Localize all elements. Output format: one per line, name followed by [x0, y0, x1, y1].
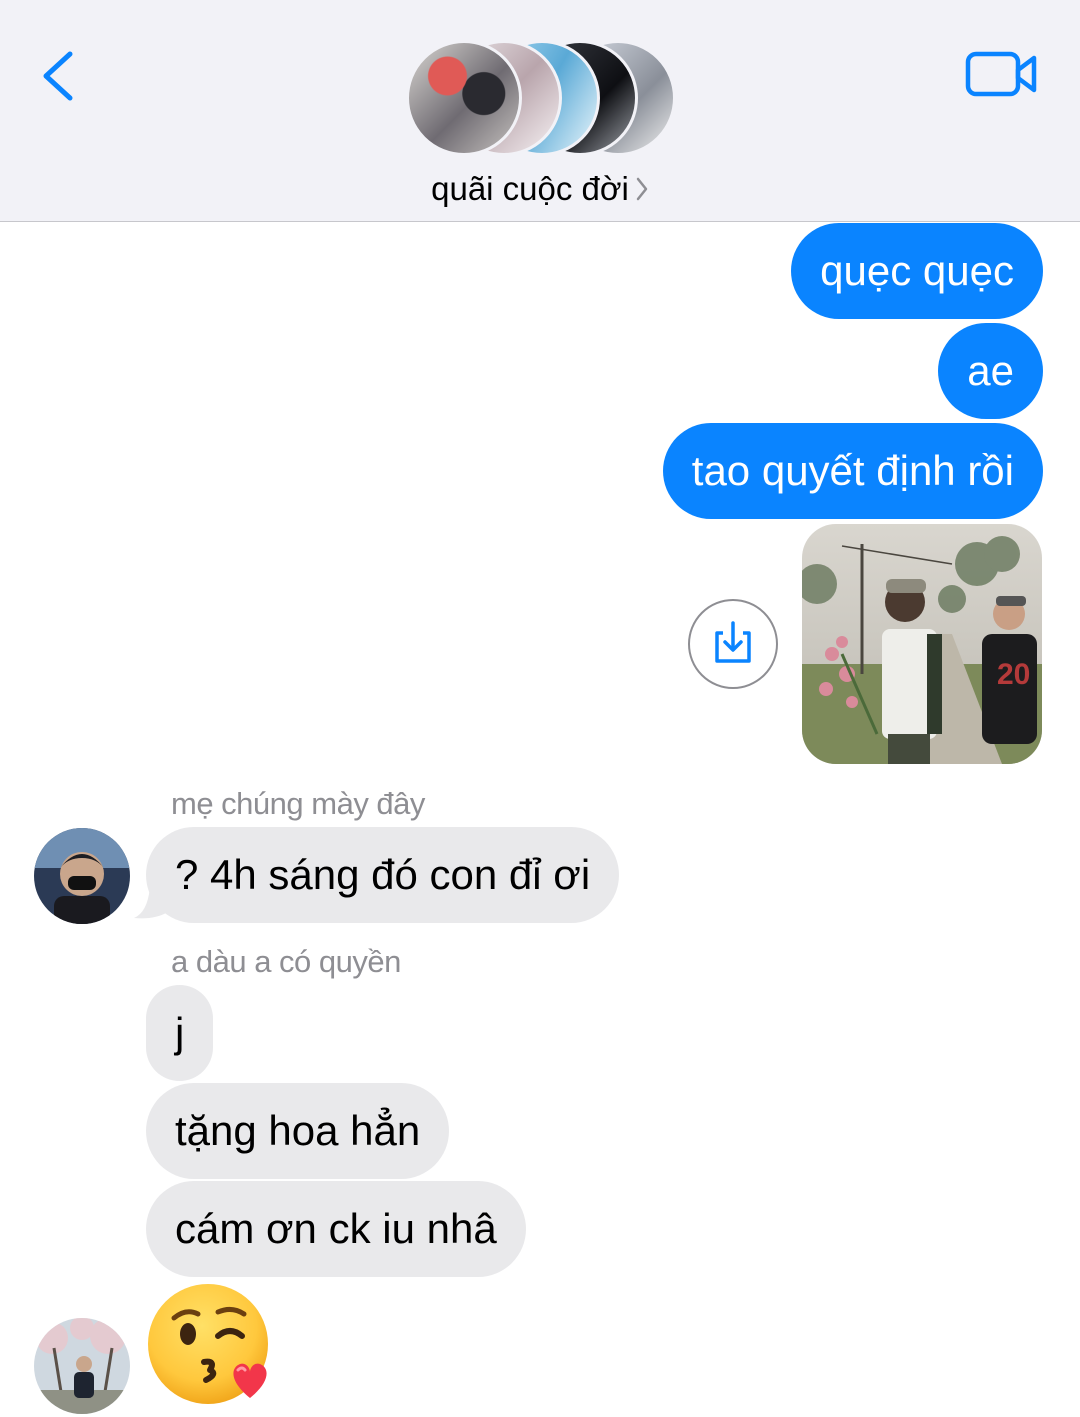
sender-avatar[interactable] — [34, 1318, 130, 1414]
save-image-button[interactable] — [688, 599, 778, 689]
video-camera-icon — [965, 51, 1037, 97]
member-avatar — [406, 40, 522, 156]
message-text: tặng hoa hẳn — [175, 1107, 421, 1154]
chevron-right-icon — [636, 177, 648, 201]
incoming-message[interactable]: cám ơn ck iu nhâ — [146, 1181, 526, 1277]
group-avatar-stack[interactable] — [406, 40, 676, 156]
kissing-face-with-heart-icon — [148, 1284, 268, 1404]
incoming-message[interactable]: j — [146, 985, 214, 1081]
sender-avatar[interactable] — [34, 828, 130, 924]
chevron-left-icon — [43, 51, 73, 101]
message-text: j — [175, 1009, 185, 1056]
back-button[interactable] — [30, 40, 90, 110]
incoming-message[interactable]: ? 4h sáng đó con đỉ ơi — [146, 827, 620, 923]
outgoing-message[interactable]: quẹc quẹc — [791, 223, 1043, 319]
avatar-image — [34, 1318, 130, 1414]
svg-text:20: 20 — [997, 658, 1030, 691]
incoming-message[interactable]: tặng hoa hẳn — [146, 1083, 450, 1179]
chat-header: quãi cuộc đời — [0, 0, 1080, 222]
sender-name: a dàu a có quyền — [171, 944, 401, 979]
outgoing-message[interactable]: ae — [938, 323, 1043, 419]
message-text: ? 4h sáng đó con đỉ ơi — [175, 851, 591, 898]
message-text: quẹc quẹc — [820, 247, 1014, 294]
message-text: ae — [967, 347, 1014, 394]
shared-image-message[interactable]: 20 — [802, 524, 1042, 764]
image-content: 20 — [802, 524, 1042, 764]
sender-name: mẹ chúng mày đây — [171, 786, 425, 821]
message-text: cám ơn ck iu nhâ — [175, 1205, 497, 1252]
group-name[interactable]: quãi cuộc đời — [0, 170, 1080, 208]
kiss-emoji-message[interactable] — [146, 1282, 280, 1416]
video-call-button[interactable] — [960, 40, 1044, 110]
download-icon — [715, 621, 751, 663]
outgoing-message[interactable]: tao quyết định rồi — [662, 423, 1043, 519]
message-text: tao quyết định rồi — [691, 447, 1014, 494]
avatar-image — [34, 828, 130, 924]
group-name-label: quãi cuộc đời — [431, 170, 629, 207]
